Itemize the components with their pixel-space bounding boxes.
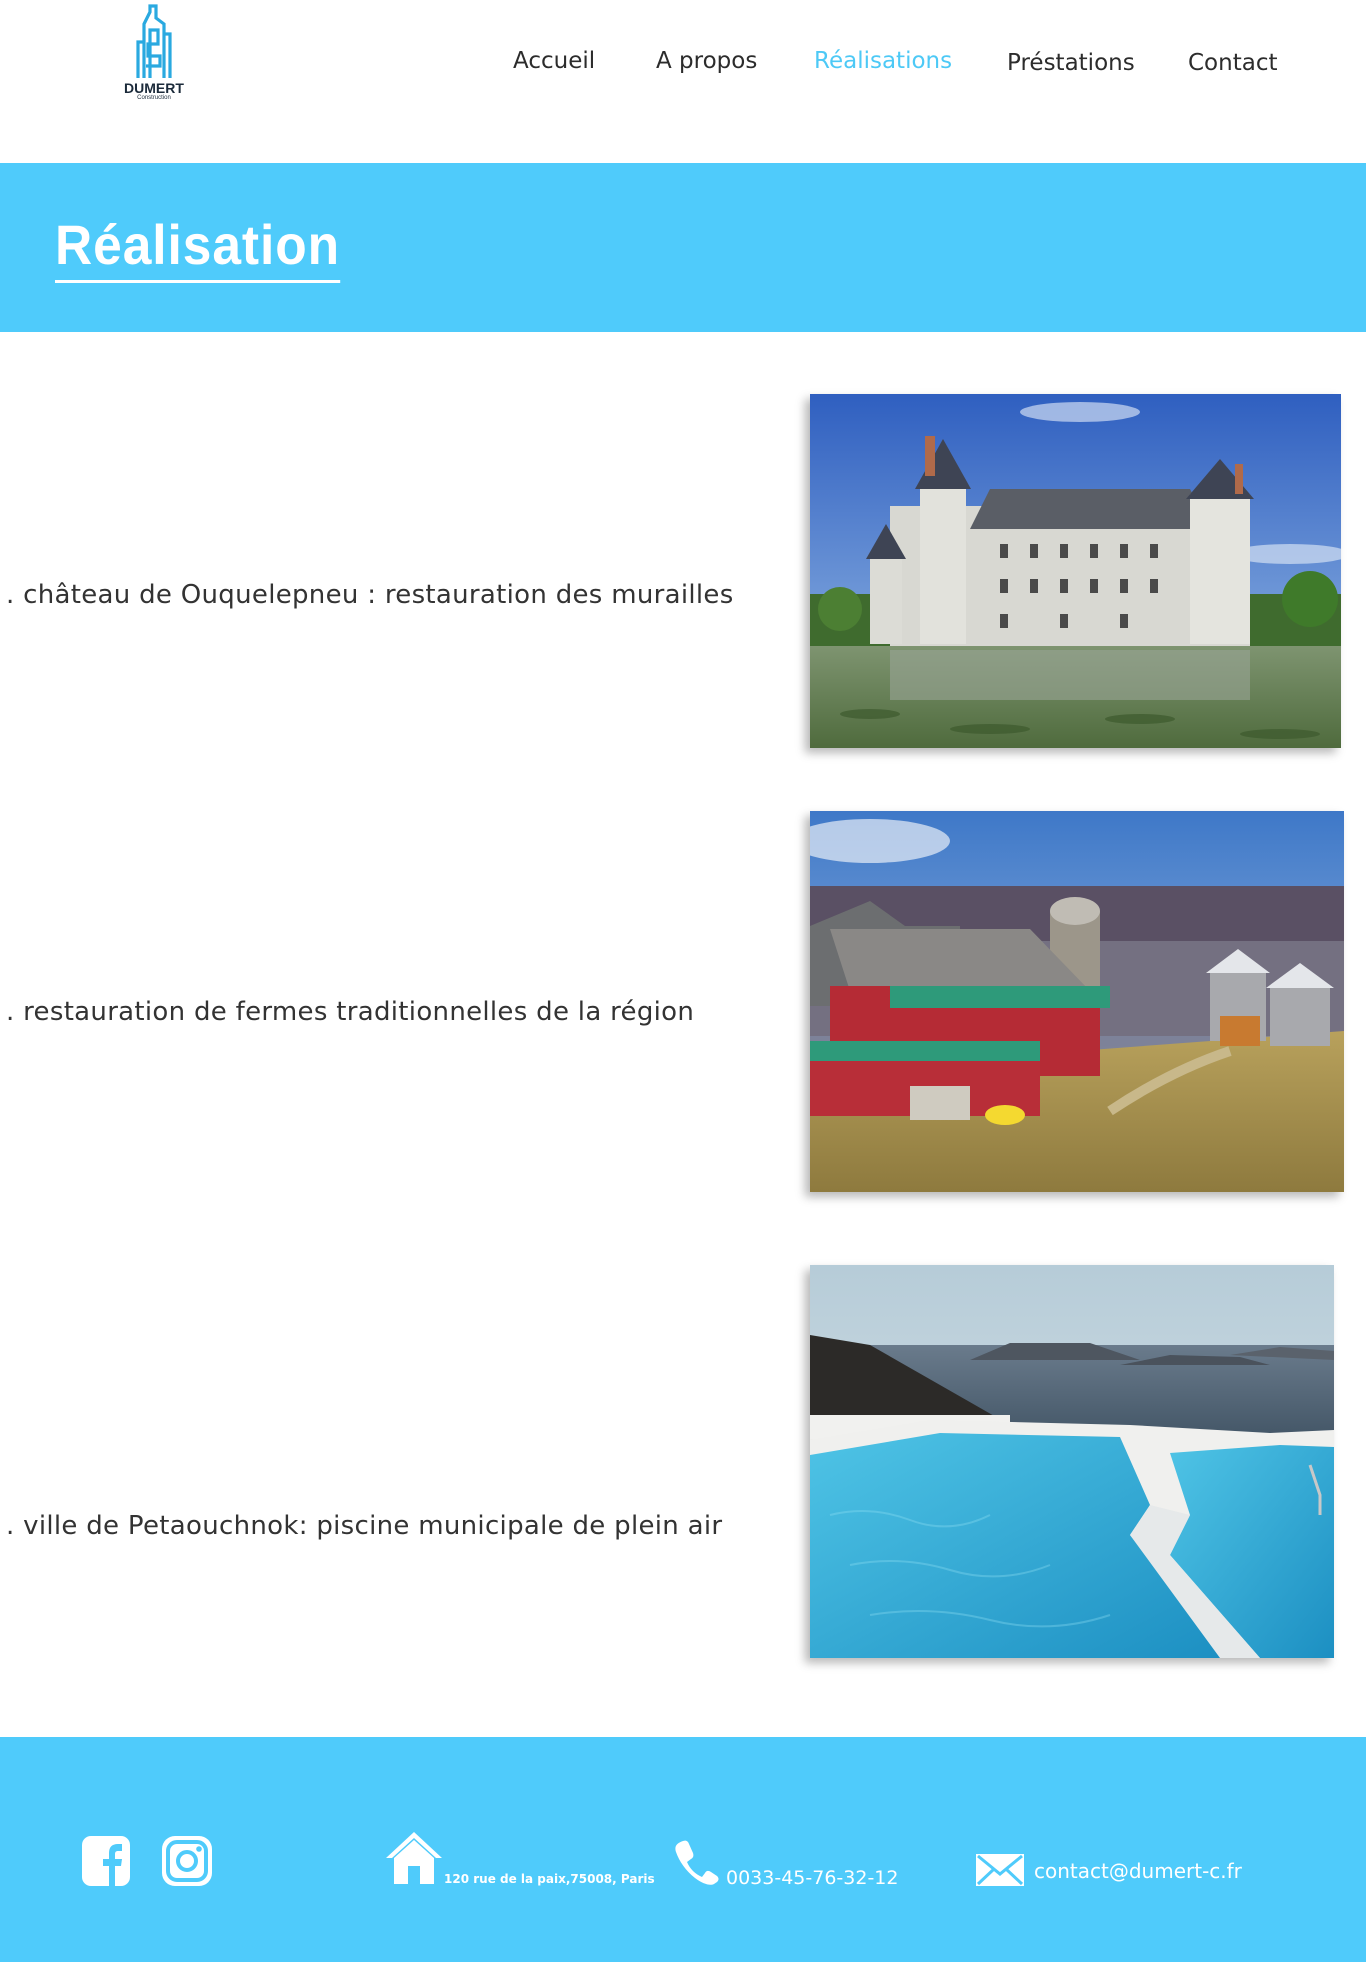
facebook-icon[interactable] (82, 1836, 130, 1890)
nav-realisations[interactable]: Réalisations (814, 46, 952, 76)
logo-tagline: Construction (137, 95, 171, 101)
mail-icon (976, 1854, 1024, 1890)
footer-email[interactable]: contact@dumert-c.fr (1034, 1859, 1242, 1883)
building-logo-icon (136, 4, 172, 78)
project-label-chateau: . château de Ouquelepneu : restauration … (6, 580, 734, 610)
project-label-farm: . restauration de fermes traditionnelles… (6, 997, 695, 1027)
nav-a-propos[interactable]: A propos (656, 46, 757, 76)
footer-phone: 0033-45-76-32-12 (726, 1867, 899, 1889)
chateau-image (810, 394, 1341, 748)
title-banner: Réalisation (0, 163, 1366, 332)
project-image-chateau (810, 394, 1341, 748)
nav-contact[interactable]: Contact (1188, 48, 1277, 78)
farm-image (810, 811, 1344, 1192)
project-image-farm (810, 811, 1344, 1192)
page-title: Réalisation (55, 210, 340, 283)
project-image-pool (810, 1265, 1334, 1658)
nav-prestations[interactable]: Préstations (1007, 48, 1135, 78)
logo[interactable]: DUMERT Construction (120, 4, 188, 104)
footer-address: 120 rue de la paix,75008, Paris (444, 1872, 655, 1886)
project-label-pool: . ville de Petaouchnok: piscine municipa… (6, 1511, 723, 1541)
pool-image (810, 1265, 1334, 1658)
instagram-icon[interactable] (162, 1836, 212, 1890)
phone-icon (674, 1839, 720, 1889)
nav-accueil[interactable]: Accueil (513, 46, 595, 76)
home-icon (384, 1828, 444, 1890)
footer: 120 rue de la paix,75008, Paris 0033-45-… (0, 1737, 1366, 1962)
logo-name: DUMERT (124, 80, 184, 96)
